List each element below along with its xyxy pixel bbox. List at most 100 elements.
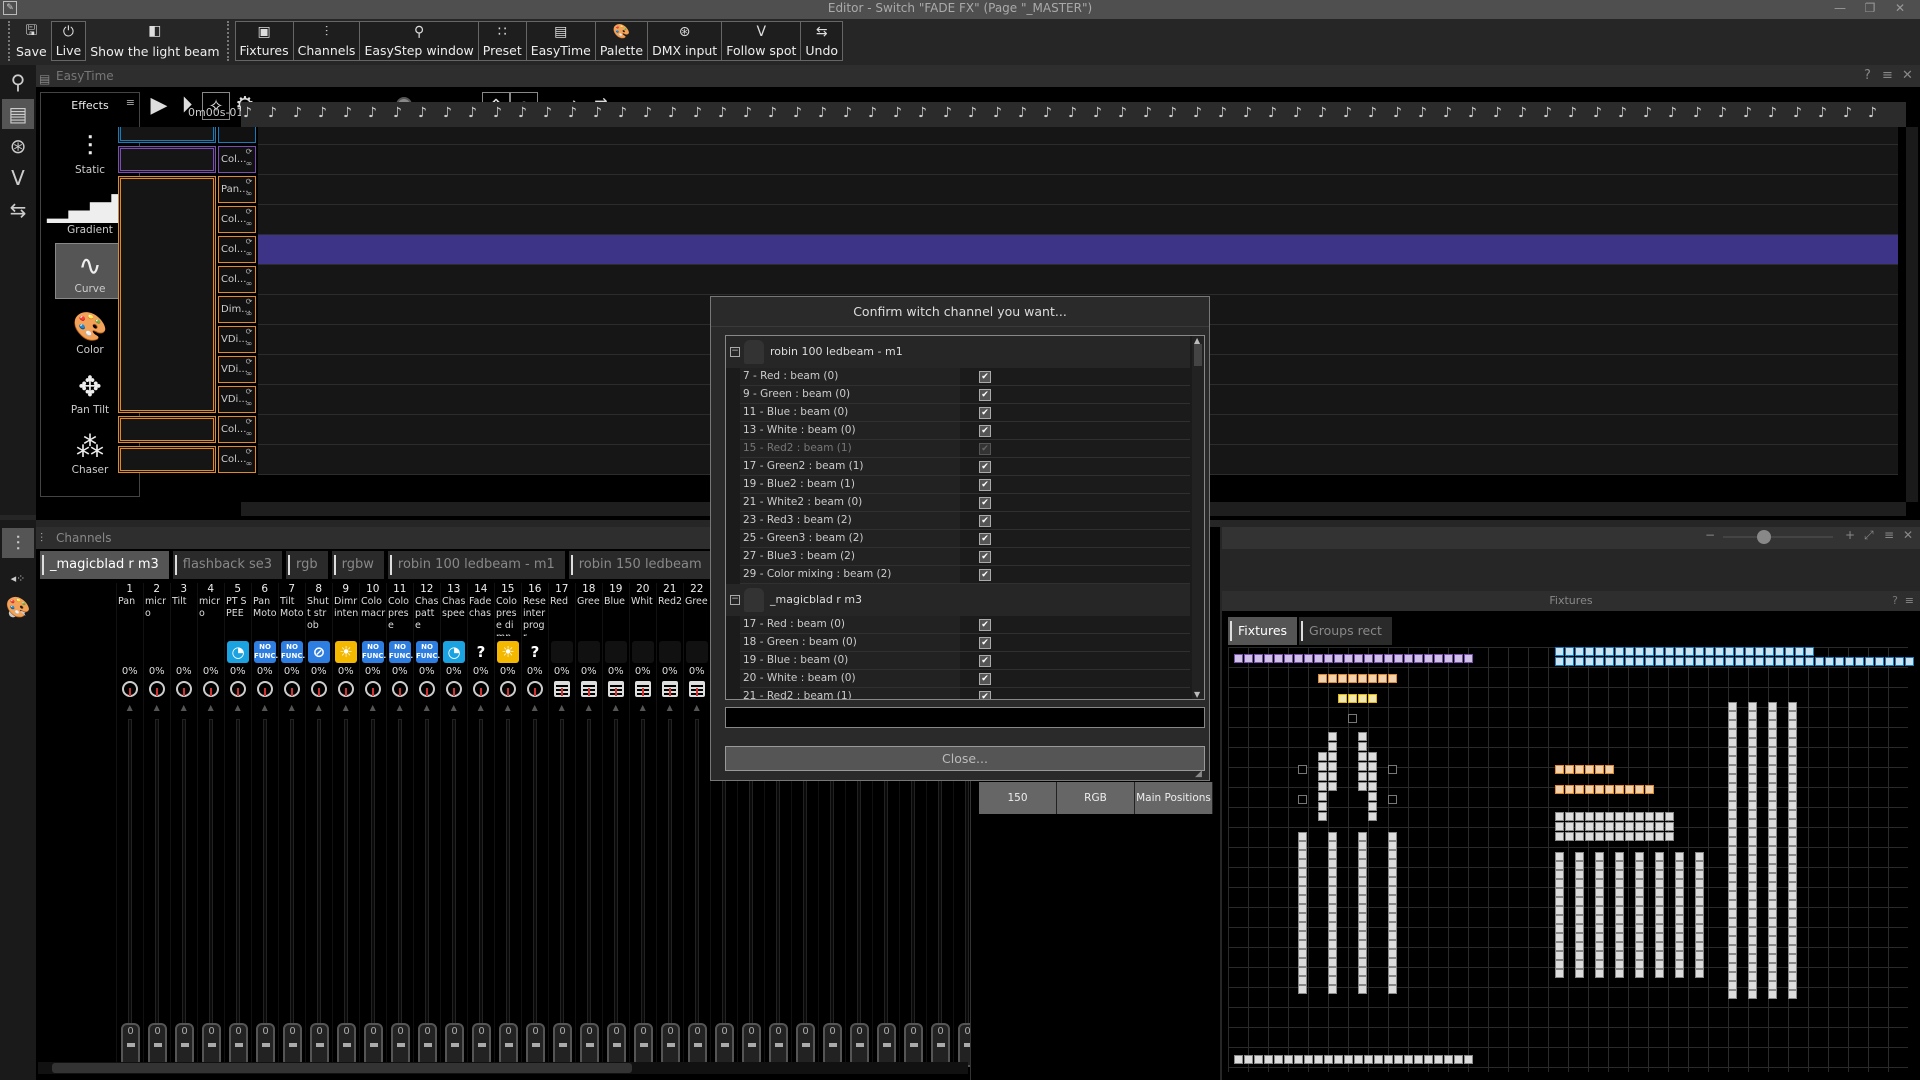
palette-tool-button[interactable]: 🎨 <box>2 592 34 622</box>
cue-note-icon[interactable]: ♪ <box>818 105 827 121</box>
fader-handle[interactable]: 0 <box>661 1023 680 1067</box>
fixture-item[interactable] <box>1768 819 1777 828</box>
fixture-item[interactable] <box>1768 810 1777 819</box>
fader-track[interactable] <box>614 719 618 1029</box>
arrow-up-icon[interactable]: ▲ <box>117 703 143 712</box>
menu-icon[interactable]: ≡ <box>1905 591 1914 611</box>
fader-track[interactable] <box>263 719 267 1029</box>
fader-handle[interactable]: 0 <box>877 1023 896 1067</box>
fixture-item[interactable] <box>1615 960 1624 969</box>
fixture-item[interactable] <box>1244 1055 1253 1064</box>
fixture-item[interactable] <box>1615 924 1624 933</box>
loop-icon[interactable]: ⟳ ∞ <box>243 326 255 353</box>
menu-icon[interactable]: ≡ <box>1882 65 1893 87</box>
fixture-item[interactable] <box>1635 969 1644 978</box>
fixture-item[interactable] <box>1748 855 1757 864</box>
cue-note-icon[interactable]: ♪ <box>1843 105 1852 121</box>
fixture-item[interactable] <box>1575 861 1584 870</box>
fixture-tab[interactable]: flashback se3 <box>172 551 283 579</box>
fixtures-button[interactable]: ▣ Fixtures <box>234 21 294 61</box>
fixture-item[interactable] <box>1368 772 1377 781</box>
arrow-up-icon[interactable]: ▲ <box>198 703 224 712</box>
nofunc-icon[interactable]: NO FUNC. <box>281 641 305 663</box>
fixture-item[interactable] <box>1388 949 1397 958</box>
arrow-up-icon[interactable]: ▲ <box>360 703 386 712</box>
effect-chaser[interactable]: ⁂ Chaser <box>55 423 125 479</box>
channel-knob[interactable] <box>392 681 408 697</box>
fixture-item[interactable] <box>1328 877 1337 886</box>
loop-icon[interactable]: ⟳ ∞ <box>243 296 255 323</box>
channel-knob[interactable] <box>284 681 300 697</box>
fixture-item[interactable] <box>1388 940 1397 949</box>
fixture-item[interactable] <box>1358 772 1367 781</box>
fixture-item[interactable] <box>1768 972 1777 981</box>
fixture-item[interactable] <box>1695 960 1704 969</box>
palette-button[interactable]: 🎨 Palette <box>595 21 649 61</box>
fixture-item[interactable] <box>1314 1055 1323 1064</box>
fixture-item[interactable] <box>1334 654 1343 663</box>
fader-handle[interactable]: 0 <box>607 1023 626 1067</box>
cue-note-icon[interactable]: ♪ <box>1418 105 1427 121</box>
fixture-item[interactable] <box>1298 841 1307 850</box>
fixture-item[interactable] <box>1728 711 1737 720</box>
fixture-item[interactable] <box>1675 942 1684 951</box>
fader-handle[interactable]: 0 <box>796 1023 815 1067</box>
fixture-item[interactable] <box>1388 841 1397 850</box>
fixture-item[interactable] <box>1318 752 1327 761</box>
fixture-item[interactable] <box>1675 951 1684 960</box>
cue-note-icon[interactable]: ♪ <box>543 105 552 121</box>
fixture-item[interactable] <box>1768 801 1777 810</box>
fixture-item[interactable] <box>1635 897 1644 906</box>
fixture-item[interactable] <box>1788 891 1797 900</box>
fixture-item[interactable] <box>1655 647 1664 656</box>
arrow-up-icon[interactable]: ▲ <box>657 703 683 712</box>
minimize-icon[interactable]: — <box>1825 0 1855 19</box>
fixture-item[interactable] <box>1244 654 1253 663</box>
fixture-item[interactable] <box>1605 812 1614 821</box>
fixture-item[interactable] <box>1655 906 1664 915</box>
fixture-item[interactable] <box>1665 822 1674 831</box>
fixture-item[interactable] <box>1748 756 1757 765</box>
fixture-item[interactable] <box>1555 933 1564 942</box>
easystep-tool-button[interactable]: ⚲ <box>2 67 34 97</box>
fixture-item[interactable] <box>1298 859 1307 868</box>
cue-note-icon[interactable]: ♪ <box>918 105 927 121</box>
collapse-toggle[interactable]: − <box>730 347 740 357</box>
fixture-item[interactable] <box>1394 654 1403 663</box>
fixture-item[interactable] <box>1358 742 1367 751</box>
fixture-tab[interactable]: robin 150 ledbeam <box>568 551 712 579</box>
fixture-item[interactable] <box>1635 852 1644 861</box>
fixture-item[interactable] <box>1665 657 1674 666</box>
cue-note-icon[interactable]: ♪ <box>993 105 1002 121</box>
fader-track[interactable] <box>290 719 294 1029</box>
fader-track[interactable] <box>344 719 348 1029</box>
fixture-item[interactable] <box>1358 985 1367 994</box>
fixture-item[interactable] <box>1728 702 1737 711</box>
fixture-item[interactable] <box>1555 765 1564 774</box>
menu-icon[interactable]: ≡ <box>1884 528 1894 542</box>
fader-handle[interactable]: 0 <box>688 1023 707 1067</box>
fixture-item[interactable] <box>1768 738 1777 747</box>
close-icon[interactable]: ✕ <box>1902 65 1913 87</box>
fixture-item[interactable] <box>1575 888 1584 897</box>
easytime-button[interactable]: ▤ EasyTime <box>526 21 596 61</box>
fixture-item[interactable] <box>1328 922 1337 931</box>
fixture-item[interactable] <box>1298 958 1307 967</box>
fixture-item[interactable] <box>1728 900 1737 909</box>
cue-note-icon[interactable]: ♪ <box>1568 105 1577 121</box>
color-swatch[interactable] <box>686 641 708 663</box>
fixture-item[interactable] <box>1788 819 1797 828</box>
fixture-item[interactable] <box>1595 933 1604 942</box>
fixture-item[interactable] <box>1575 915 1584 924</box>
arrow-up-icon[interactable]: ▲ <box>684 703 710 712</box>
fixture-item[interactable] <box>1328 850 1337 859</box>
fixture-item[interactable] <box>1755 647 1764 656</box>
fixture-item[interactable] <box>1748 720 1757 729</box>
fixture-item[interactable] <box>1705 657 1714 666</box>
fixture-item[interactable] <box>1675 657 1684 666</box>
fixture-item[interactable] <box>1595 657 1604 666</box>
cue-note-icon[interactable]: ♪ <box>1193 105 1202 121</box>
track-block[interactable] <box>118 146 216 173</box>
cue-note-icon[interactable]: ♪ <box>1818 105 1827 121</box>
channel-checkbox[interactable]: ✔ <box>979 655 991 667</box>
